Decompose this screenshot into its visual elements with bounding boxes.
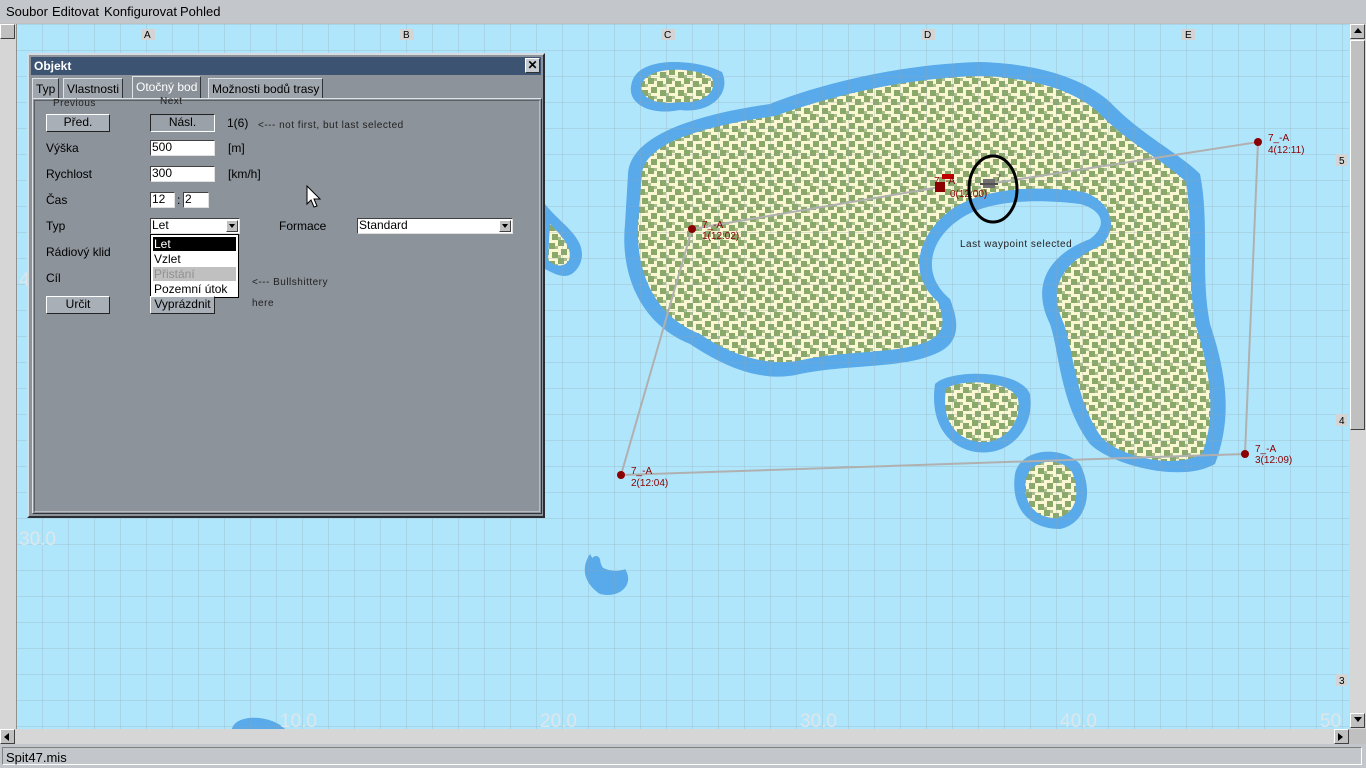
altitude-input[interactable]: 500: [150, 140, 215, 156]
status-bar: Spit47.mis: [0, 744, 1366, 768]
clear-button[interactable]: Vyprázdnit: [150, 296, 215, 314]
scroll-left-button[interactable]: [0, 729, 15, 744]
close-button[interactable]: ✕: [525, 58, 540, 73]
prev-button[interactable]: Před.: [46, 114, 110, 132]
waypoint-1-marker[interactable]: [688, 225, 696, 233]
coord-30: 30.0: [800, 711, 837, 729]
mouse-cursor-icon: [306, 185, 322, 208]
formation-select[interactable]: Standard: [357, 218, 513, 234]
speed-label: Rychlost: [46, 167, 93, 181]
object-dialog: Objekt ✕ Typ Vlastnosti Otočný bod Možno…: [27, 53, 545, 518]
coord-40: 40.0: [1060, 711, 1097, 729]
close-icon: ✕: [527, 58, 538, 72]
dialog-titlebar[interactable]: Objekt ✕: [31, 57, 541, 75]
grid-row-3: 3: [1339, 676, 1345, 687]
tab-vlastnosti[interactable]: Vlastnosti: [63, 78, 124, 98]
waypoint-3-label: 7_-A: [1255, 444, 1276, 455]
hint-previous: Previous: [53, 98, 96, 109]
time-separator: :: [177, 193, 181, 207]
scroll-right-button[interactable]: [1334, 729, 1349, 744]
left-strip: [0, 24, 17, 729]
menu-soubor[interactable]: Soubor: [6, 4, 48, 19]
hint-bull-1: <--- Bullshittery: [252, 277, 329, 288]
target-label: Cíl: [46, 271, 61, 285]
annotation-last-waypoint: Last waypoint selected: [960, 239, 1072, 250]
hint-counter: <--- not first, but last selected: [258, 120, 404, 131]
waypoint-1-time: 1(12:02): [702, 231, 739, 242]
chevron-down-icon[interactable]: [226, 220, 238, 232]
time-label: Čas: [46, 193, 68, 207]
grid-col-c: C: [664, 30, 671, 41]
coord-50: 50: [1320, 711, 1341, 729]
status-filename: Spit47.mis: [2, 747, 1362, 765]
scroll-down-button[interactable]: [1350, 713, 1365, 728]
horizontal-scrollbar[interactable]: [0, 729, 1349, 744]
speed-unit: [km/h]: [228, 167, 261, 181]
type-option-pozemni-utok[interactable]: Pozemní útok: [153, 282, 236, 296]
left-arrow-up[interactable]: [0, 24, 15, 39]
grid-row-5: 5: [1339, 156, 1345, 167]
type-option-let[interactable]: Let: [153, 237, 236, 251]
time-minutes-input[interactable]: 2: [183, 192, 209, 208]
chevron-left-icon: [4, 733, 9, 741]
grid-col-b: B: [403, 30, 410, 41]
altitude-unit: [m]: [228, 141, 245, 155]
dialog-title: Objekt: [34, 59, 72, 73]
coord-20: 20.0: [540, 711, 577, 729]
waypoint-4-label: 7_-A: [1268, 133, 1289, 144]
waypoint-3-marker[interactable]: [1241, 450, 1249, 458]
grid-col-a: A: [144, 30, 151, 41]
vertical-scrollbar[interactable]: [1349, 24, 1366, 729]
waypoint-3-time: 3(12:09): [1255, 455, 1292, 466]
altitude-label: Výška: [46, 141, 79, 155]
formation-select-value: Standard: [359, 218, 408, 232]
hint-bull-2: here: [252, 298, 275, 309]
waypoint-2-label: 7_-A: [631, 466, 652, 477]
grid-col-d: D: [924, 30, 931, 41]
waypoint-counter: 1(6): [227, 116, 249, 130]
type-option-pristani: Přistání: [153, 267, 236, 281]
grid-col-e: E: [1185, 30, 1192, 41]
menu-editovat[interactable]: Editovat: [52, 4, 99, 19]
grid-row-4: 4: [1339, 416, 1345, 427]
speed-input[interactable]: 300: [150, 166, 215, 182]
tab-moznosti-bodu-trasy[interactable]: Možnosti bodů trasy: [208, 78, 324, 98]
radio-silence-label: Rádiový klid: [46, 245, 111, 259]
formation-label: Formace: [279, 219, 327, 233]
vertical-scroll-thumb[interactable]: [1350, 40, 1365, 430]
type-dropdown-list[interactable]: Let Vzlet Přistání Pozemní útok: [150, 234, 239, 298]
waypoint-2-time: 2(12:04): [631, 478, 668, 489]
menu-konfigurovat[interactable]: Konfigurovat: [104, 4, 177, 19]
hint-next: Next: [160, 96, 183, 107]
chevron-right-icon: [1338, 733, 1343, 741]
coord-10: 10.0: [280, 711, 317, 729]
menu-pohled[interactable]: Pohled: [180, 4, 220, 19]
time-hours-input[interactable]: 12: [150, 192, 175, 208]
waypoint-4-time: 4(12:11): [1268, 145, 1305, 156]
type-select-value: Let: [152, 218, 169, 232]
aircraft-label: 7: [996, 173, 1001, 183]
chevron-down-icon[interactable]: [499, 220, 511, 232]
next-button[interactable]: Násl.: [150, 114, 215, 132]
waypoint-4-marker[interactable]: [1254, 138, 1262, 146]
tab-typ[interactable]: Typ: [32, 78, 60, 98]
set-button[interactable]: Určit: [46, 296, 110, 314]
menu-bar: Soubor Editovat Konfigurovat Pohled: [0, 0, 1366, 23]
waypoint-1-label: 7_-A: [702, 220, 723, 231]
type-select[interactable]: Let: [150, 218, 240, 234]
chevron-up-icon: [1354, 28, 1362, 33]
chevron-down-icon: [1354, 717, 1362, 722]
scroll-up-button[interactable]: [1350, 24, 1365, 39]
waypoint-0-label: 7_-A: [934, 176, 955, 187]
type-label: Typ: [46, 219, 66, 233]
coord-left-30: 30.0: [19, 529, 56, 550]
waypoint-2-marker[interactable]: [617, 471, 625, 479]
type-option-vzlet[interactable]: Vzlet: [153, 252, 236, 266]
